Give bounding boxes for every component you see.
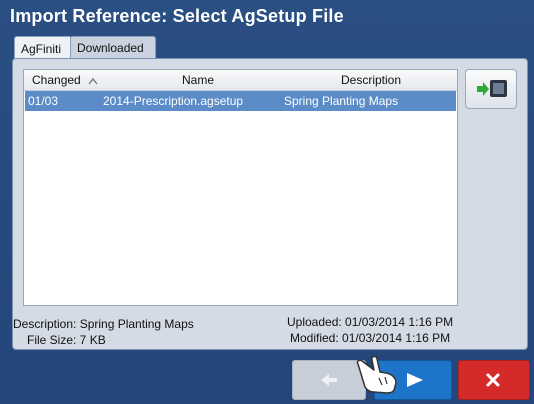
arrow-right-icon xyxy=(407,373,423,387)
import-to-display-icon xyxy=(477,80,507,97)
table-row[interactable]: 01/03 2014-Prescription.agsetup Spring P… xyxy=(25,91,456,111)
cancel-button[interactable] xyxy=(458,360,530,400)
row-description: Spring Planting Maps xyxy=(284,94,399,108)
close-icon xyxy=(486,373,500,387)
import-to-display-button[interactable] xyxy=(465,69,517,109)
detail-modified: Modified: 01/03/2014 1:16 PM xyxy=(290,331,451,345)
file-panel: Changed Name Description 01/03 2014-Pres… xyxy=(12,58,528,350)
button-bar xyxy=(0,352,534,404)
row-name: 2014-Prescription.agsetup xyxy=(103,94,244,108)
detail-uploaded: Uploaded: 01/03/2014 1:16 PM xyxy=(287,315,454,329)
sort-ascending-icon xyxy=(88,74,98,88)
file-list[interactable]: Changed Name Description 01/03 2014-Pres… xyxy=(23,69,458,306)
column-header-name[interactable]: Name xyxy=(182,73,214,87)
column-header-changed[interactable]: Changed xyxy=(32,73,81,87)
row-changed: 01/03 xyxy=(28,94,59,108)
tab-downloaded[interactable]: Downloaded xyxy=(70,36,156,59)
import-reference-dialog: Import Reference: Select AgSetup File Ag… xyxy=(0,0,534,404)
detail-description: Description: Spring Planting Maps xyxy=(13,317,194,331)
detail-file-size: File Size: 7 KB xyxy=(27,333,106,347)
hand-pointer-icon xyxy=(356,355,397,394)
list-header: Changed Name Description xyxy=(24,70,457,91)
dialog-title: Import Reference: Select AgSetup File xyxy=(10,6,344,26)
arrow-left-icon xyxy=(321,374,337,386)
column-header-description[interactable]: Description xyxy=(341,73,401,87)
